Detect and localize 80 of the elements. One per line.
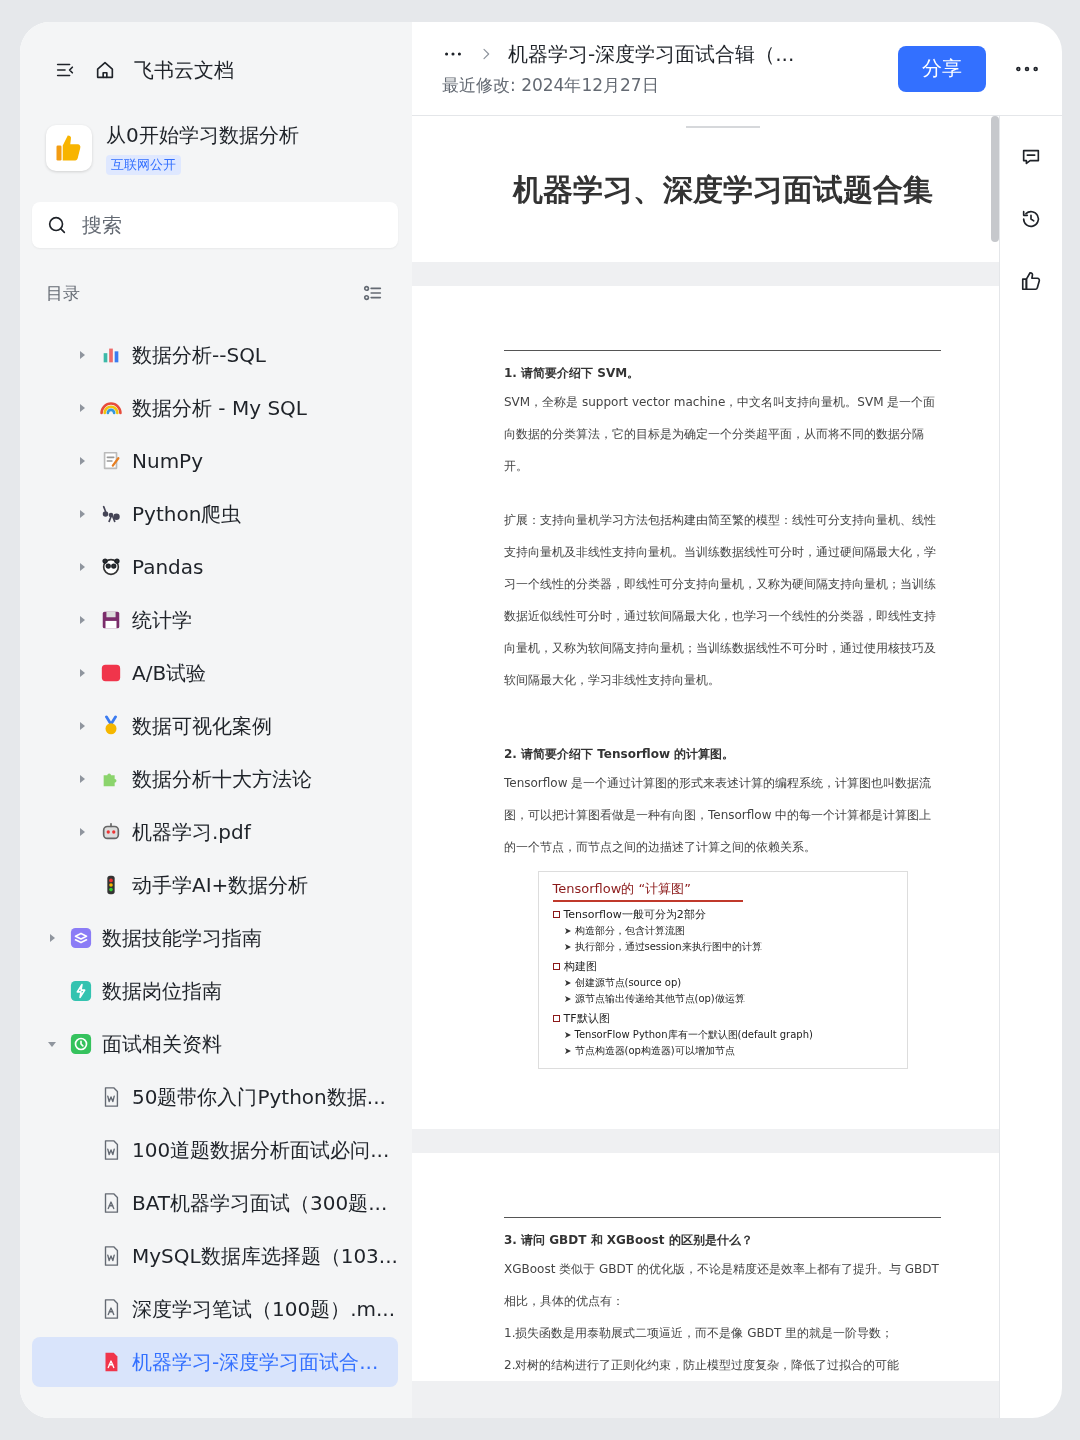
tree-item[interactable]: 数据分析十大方法论 (32, 754, 398, 804)
tree-item[interactable]: 动手学AI+数据分析 (32, 860, 398, 910)
slide-sub-bullet: 构造部分，包含计算流图 (574, 924, 685, 938)
tree-item[interactable]: 面试相关资料 (32, 1019, 398, 1069)
toc-label: 目录 (46, 281, 80, 305)
slide-sub-bullet: 节点构造器(op构造器)可以增加节点 (574, 1044, 735, 1058)
public-badge: 互联网公开 (106, 154, 181, 175)
panda-icon (100, 556, 122, 578)
slide-sub-bullet: 创建源节点(source op) (574, 976, 682, 990)
tree-item[interactable]: 机器学习.pdf (32, 807, 398, 857)
tree-item[interactable]: 数据岗位指南 (32, 966, 398, 1016)
layers-icon (70, 927, 92, 949)
paragraph: SVM，全称是 support vector machine，中文名叫支持向量机。SVM 是一个面向数据的分类算法，它的目标是为确定一个分类超平面，从而将不同的数据分隔开。 (504, 394, 937, 475)
slide-sub-bullet: 源节点输出传递给其他节点(op)做运算 (574, 992, 745, 1006)
caret-icon[interactable] (77, 615, 87, 625)
slide-sub-bullet: 执行部分，通过session来执行图中的计算 (574, 940, 762, 954)
tree-item[interactable]: NumPy (32, 436, 398, 486)
tree-item[interactable]: 统计学 (32, 595, 398, 645)
paragraph: XGBoost 类似于 GBDT 的优化版，不论是精度还是效率上都有了提升。与 GBDT 相比，具体的优点有： (504, 1261, 940, 1310)
tree-item[interactable]: 数据可视化案例 (32, 701, 398, 751)
search-icon (46, 214, 68, 236)
search-input[interactable]: 搜索 (80, 212, 384, 238)
tree-item[interactable]: 50题带你入门Python数据... (32, 1072, 398, 1122)
caret-icon[interactable] (77, 668, 87, 678)
slide-bullet: Tensorflow一般可分为2部分 (563, 907, 706, 922)
caret-icon[interactable] (77, 562, 87, 572)
arrow-bullet-icon (564, 980, 571, 986)
tree-item[interactable]: 数据分析--SQL (32, 330, 398, 380)
tree-item[interactable]: 100道题数据分析面试必问... (32, 1125, 398, 1175)
arrow-bullet-icon (564, 996, 571, 1002)
share-button[interactable]: 分享 (898, 45, 986, 92)
slide-title: Tensorflow的 “计算图” (552, 881, 691, 896)
arrow-bullet-icon (564, 1032, 571, 1038)
caret-icon[interactable] (77, 721, 87, 731)
paragraph: 2.对树的结构进行了正则化约束，防止模型过度复杂，降低了过拟合的可能 (504, 1357, 901, 1374)
thumbs-up-logo (46, 125, 92, 171)
paragraph: 1.损失函数是用泰勒展式二项逼近，而不是像 GBDT 里的就是一阶导数； (504, 1325, 895, 1342)
caret-icon[interactable] (77, 456, 87, 466)
slide-bullet: 构建图 (563, 959, 597, 974)
tree-item[interactable]: Pandas (32, 542, 398, 592)
thumbs-up-icon[interactable] (1020, 270, 1042, 292)
search-field[interactable]: 搜索 (32, 202, 398, 248)
home-icon[interactable] (94, 59, 116, 81)
caret-icon[interactable] (77, 774, 87, 784)
lightning-icon (70, 980, 92, 1002)
square-bullet-icon (552, 963, 560, 970)
tree-item[interactable]: 数据技能学习指南 (32, 913, 398, 963)
arrow-bullet-icon (564, 1048, 571, 1054)
ant-icon (100, 503, 122, 525)
space-name: 从0开始学习数据分析 (106, 121, 299, 149)
arrow-bullet-icon (564, 944, 571, 950)
tree-item[interactable]: 深度学习笔试（100题）.m... (32, 1284, 398, 1334)
slide-bullet: TF默认图 (563, 1011, 610, 1026)
scrollbar[interactable] (991, 116, 999, 242)
last-modified: 最近修改: 2024年12月27日 (442, 73, 660, 97)
caret-icon[interactable] (47, 933, 57, 943)
square-bullet-icon (552, 1015, 560, 1022)
tree-item[interactable]: MySQL数据库选择题（103... (32, 1231, 398, 1281)
tree-item[interactable]: BAT机器学习面试（300题... (32, 1178, 398, 1228)
arrow-bullet-icon (564, 928, 571, 934)
caret-icon[interactable] (77, 509, 87, 519)
caret-icon[interactable] (47, 1039, 57, 1049)
question-heading: 1. 请简要介绍下 SVM。 (504, 365, 641, 382)
tree-item[interactable]: Python爬虫 (32, 489, 398, 539)
caret-icon[interactable] (77, 403, 87, 413)
app-title: 飞书云文档 (134, 56, 234, 84)
tree-item[interactable]: A/B试验 (32, 648, 398, 698)
clock-icon (70, 1033, 92, 1055)
question-heading: 2. 请简要介绍下 Tensorflow 的计算图。 (504, 746, 736, 763)
document-title: 机器学习、深度学习面试题合集 (512, 171, 933, 209)
caret-icon[interactable] (77, 827, 87, 837)
caret-icon[interactable] (77, 350, 87, 360)
history-icon[interactable] (1020, 208, 1042, 230)
paragraph: Tensorflow 是一个通过计算图的形式来表述计算的编程系统，计算图也叫数据流图，可以把计算图看做是一种有向图，Tensorflow 中的每一个计算都是计算图上的一个节点，而节点之间的边描述了计算之间的依赖关系。 (504, 775, 933, 856)
paragraph: 扩展：支持向量机学习方法包括构建由简至繁的模型：线性可分支持向量机、线性支持向量机及非线性支持向量机。当训练数据线性可分时，通过硬间隔最大化，学习一个线性的分类器，即线性可分支持向量机，又称为硬间隔支持向量机；当训练数据近似线性可分时，通过软间隔最大化，也学习一个线性的分类器，即线性支持向量机，又称为软间隔支持向量机；当训练数据线性不可分时，通过使用核技巧及软间隔最大化，学习非线性支持向量机。 (504, 512, 937, 689)
tree-item[interactable]: 数据分析 - My SQL (32, 383, 398, 433)
slide-sub-bullet: TensorFlow Python库有一个默认图(default graph) (574, 1028, 813, 1042)
breadcrumb-title[interactable]: 机器学习-深度学习面试合辑（... (508, 40, 795, 68)
square-bullet-icon (552, 911, 560, 918)
question-heading: 3. 请问 GBDT 和 XGBoost 的区别是什么？ (504, 1232, 754, 1249)
